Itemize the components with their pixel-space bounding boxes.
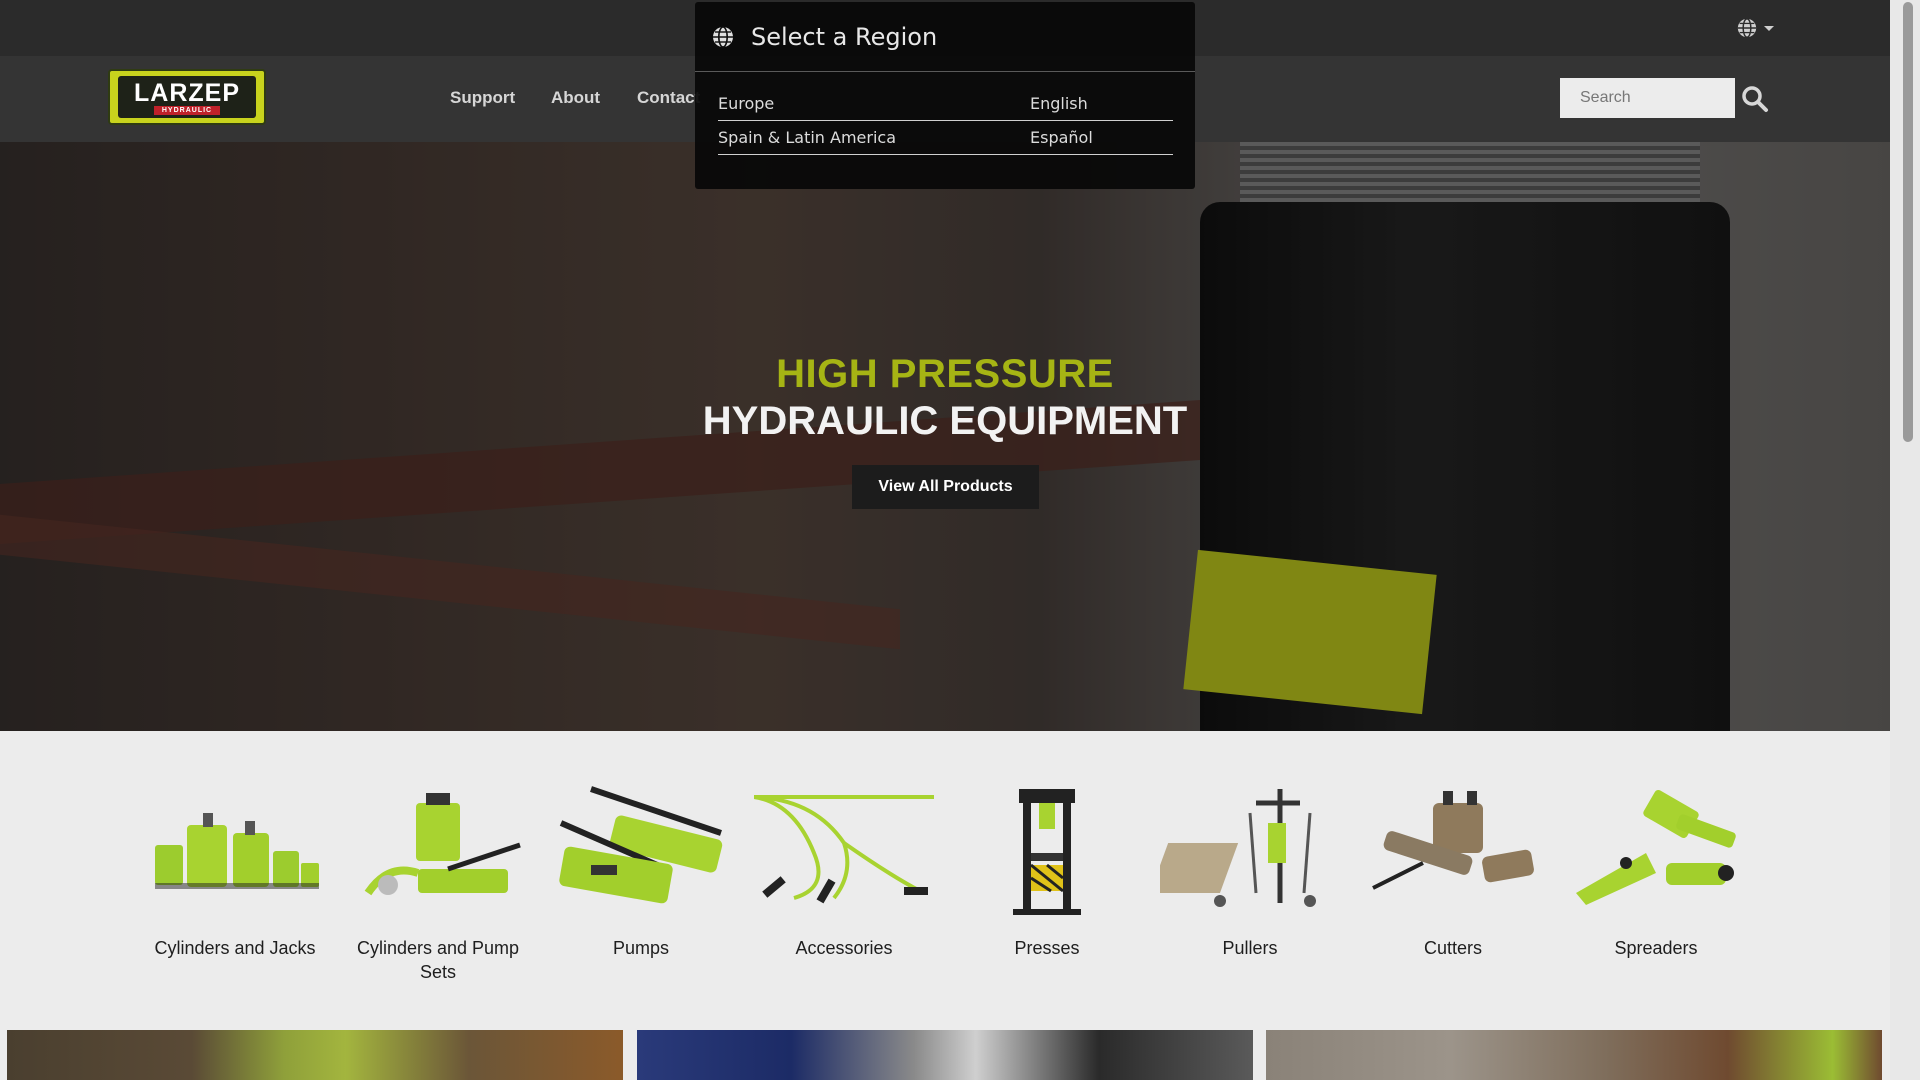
product-categories: Cylinders and Jacks Cylinders and Pump S… [0, 731, 1890, 1031]
region-name: Spain & Latin America [718, 128, 897, 147]
logo-text: LARZEP [134, 78, 240, 107]
region-selector-button[interactable] [1736, 16, 1776, 40]
pumps-image [551, 783, 731, 918]
nav-link-support[interactable]: Support [450, 88, 515, 108]
hero-title-line2: HYDRAULIC EQUIPMENT [702, 399, 1188, 443]
page-scrollbar[interactable] [1890, 0, 1920, 1080]
chevron-down-icon [1764, 25, 1774, 31]
search-input[interactable] [1560, 78, 1735, 118]
region-language: Español [1030, 128, 1093, 147]
globe-icon [713, 25, 733, 48]
cylinders-pump-sets-image [348, 783, 528, 918]
nav-link-contact[interactable]: Contact [637, 88, 700, 108]
category-label: Accessories [795, 938, 893, 958]
accessories-image [753, 783, 934, 918]
search-icon [1742, 86, 1768, 112]
category-presses[interactable]: Presses [952, 783, 1142, 960]
logo-inner: LARZEP HYDRAULIC [118, 76, 256, 118]
feature-tile-2[interactable] [637, 1030, 1253, 1080]
logo-subtext: HYDRAULIC [153, 105, 221, 115]
modal-header: Select a Region [695, 2, 1195, 72]
hero-banner: HIGH PRESSURE HYDRAULIC EQUIPMENT View A… [0, 142, 1890, 731]
cutters-image [1363, 783, 1543, 918]
modal-title: Select a Region [751, 22, 938, 51]
category-cylinders-and-jacks[interactable]: Cylinders and Jacks [140, 783, 330, 960]
scrollbar-thumb[interactable] [1903, 2, 1913, 442]
cylinders-jacks-image [145, 783, 325, 918]
pullers-image [1149, 783, 1340, 918]
presses-image [957, 783, 1137, 918]
nav-link-about[interactable]: About [551, 88, 600, 108]
region-language: English [1030, 94, 1088, 113]
globe-icon [1737, 18, 1757, 38]
region-select-modal: Select a Region Europe English Spain & L… [695, 2, 1195, 189]
category-pumps[interactable]: Pumps [546, 783, 736, 960]
category-pullers[interactable]: Pullers [1149, 783, 1345, 960]
view-all-products-button[interactable]: View All Products [852, 465, 1039, 509]
feature-tile-1[interactable] [7, 1030, 623, 1080]
category-label: Presses [1014, 938, 1080, 958]
category-label: Cylinders and Jacks [154, 938, 316, 958]
region-name: Europe [718, 94, 775, 113]
category-label: Cylinders and Pump Sets [356, 938, 520, 982]
category-label: Pullers [1222, 938, 1278, 958]
larzep-logo[interactable]: LARZEP HYDRAULIC [108, 69, 266, 125]
feature-tile-3[interactable] [1266, 1030, 1882, 1080]
spreaders-image [1566, 783, 1746, 918]
category-label: Pumps [612, 938, 670, 958]
hero-title-line1: HIGH PRESSURE [776, 352, 1114, 396]
region-option-europe[interactable]: Europe English [718, 88, 1173, 121]
category-cylinders-and-pump-sets[interactable]: Cylinders and Pump Sets [343, 783, 533, 984]
category-label: Spreaders [1614, 938, 1698, 958]
region-option-spain-latin-america[interactable]: Spain & Latin America Español [718, 122, 1173, 155]
category-spreaders[interactable]: Spreaders [1561, 783, 1751, 960]
search-button[interactable] [1740, 84, 1770, 114]
category-accessories[interactable]: Accessories [749, 783, 939, 960]
category-cutters[interactable]: Cutters [1358, 783, 1548, 960]
category-label: Cutters [1423, 938, 1483, 958]
